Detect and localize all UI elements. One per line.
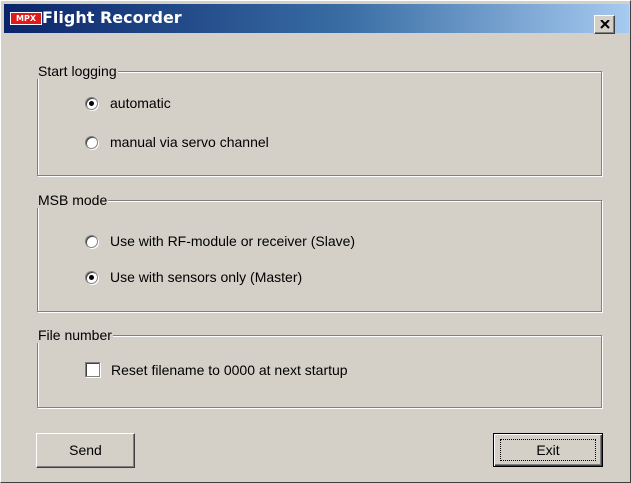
radio-selected-dot <box>89 101 94 106</box>
file-number-group: File number Reset filename to 0000 at ne… <box>37 327 602 408</box>
window-title: Flight Recorder <box>42 8 182 27</box>
master-mode-radio[interactable] <box>85 271 98 284</box>
send-button-label: Send <box>69 442 102 458</box>
slave-mode-radio[interactable] <box>85 235 98 248</box>
radio-selected-dot <box>89 275 94 280</box>
close-button[interactable] <box>594 15 615 34</box>
close-icon <box>600 20 610 29</box>
file-number-label: File number <box>37 327 113 343</box>
flight-recorder-window: MPX Flight Recorder Start logging automa… <box>0 0 631 483</box>
slave-mode-label[interactable]: Use with RF-module or receiver (Slave) <box>110 233 355 249</box>
title-bar[interactable]: MPX Flight Recorder <box>4 4 629 33</box>
msb-mode-label: MSB mode <box>37 192 109 208</box>
manual-servo-radio[interactable] <box>85 136 98 149</box>
send-button[interactable]: Send <box>36 433 135 468</box>
master-mode-label[interactable]: Use with sensors only (Master) <box>110 269 302 285</box>
exit-button-label: Exit <box>536 442 560 458</box>
manual-servo-label[interactable]: manual via servo channel <box>110 134 269 150</box>
automatic-radio[interactable] <box>85 97 98 110</box>
automatic-label[interactable]: automatic <box>110 95 171 111</box>
start-logging-label: Start logging <box>37 63 118 79</box>
start-logging-group: Start logging automatic manual via servo… <box>37 63 602 176</box>
reset-filename-label[interactable]: Reset filename to 0000 at next startup <box>111 362 348 378</box>
msb-mode-group: MSB mode Use with RF-module or receiver … <box>37 192 602 312</box>
exit-button[interactable]: Exit <box>493 433 603 467</box>
app-logo-icon: MPX <box>10 12 42 25</box>
reset-filename-checkbox[interactable] <box>85 362 100 377</box>
